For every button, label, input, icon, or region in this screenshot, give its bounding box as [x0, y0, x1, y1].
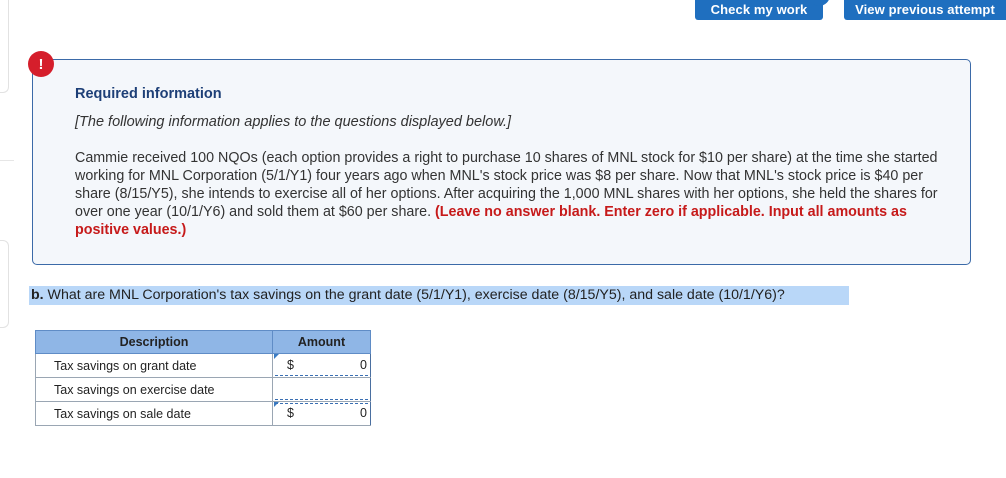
flag-icon — [274, 354, 279, 359]
input-underline — [275, 375, 368, 376]
left-divider — [0, 160, 14, 161]
input-underline — [275, 399, 368, 400]
currency-symbol: $ — [287, 358, 294, 372]
table-row: Tax savings on exercise date — [35, 377, 371, 402]
left-rail-panel — [0, 0, 9, 93]
question-text: What are MNL Corporation's tax savings o… — [43, 287, 785, 303]
table-row: Tax savings on grant date $ 0 — [35, 353, 371, 378]
view-previous-attempt-button[interactable]: View previous attempt — [844, 0, 1006, 20]
header-amount: Amount — [272, 330, 371, 354]
left-rail-tab — [0, 240, 9, 328]
info-paragraph: Cammie received 100 NQOs (each option pr… — [75, 149, 955, 239]
alert-icon: ! — [28, 51, 54, 77]
currency-symbol: $ — [287, 406, 294, 420]
amount-value: 0 — [360, 358, 367, 372]
amount-input-exercise[interactable] — [272, 377, 371, 402]
table-row: Tax savings on sale date $ 0 — [35, 401, 371, 426]
question-label: b. — [31, 287, 44, 303]
info-title: Required information — [75, 86, 222, 102]
row-description: Tax savings on sale date — [35, 401, 273, 426]
row-description: Tax savings on exercise date — [35, 377, 273, 402]
input-overline — [275, 403, 368, 404]
row-description: Tax savings on grant date — [35, 353, 273, 378]
header-description: Description — [35, 330, 273, 354]
info-note: [The following information applies to th… — [75, 114, 512, 130]
amount-value: 0 — [360, 406, 367, 420]
table-header-row: Description Amount — [35, 330, 371, 354]
amount-input-grant[interactable]: $ 0 — [272, 353, 371, 378]
amount-input-sale[interactable]: $ 0 — [272, 401, 371, 426]
question-b: b. What are MNL Corporation's tax saving… — [29, 286, 849, 305]
tax-savings-table: Description Amount Tax savings on grant … — [35, 330, 371, 426]
check-my-work-button[interactable]: Check my work — [695, 0, 823, 20]
